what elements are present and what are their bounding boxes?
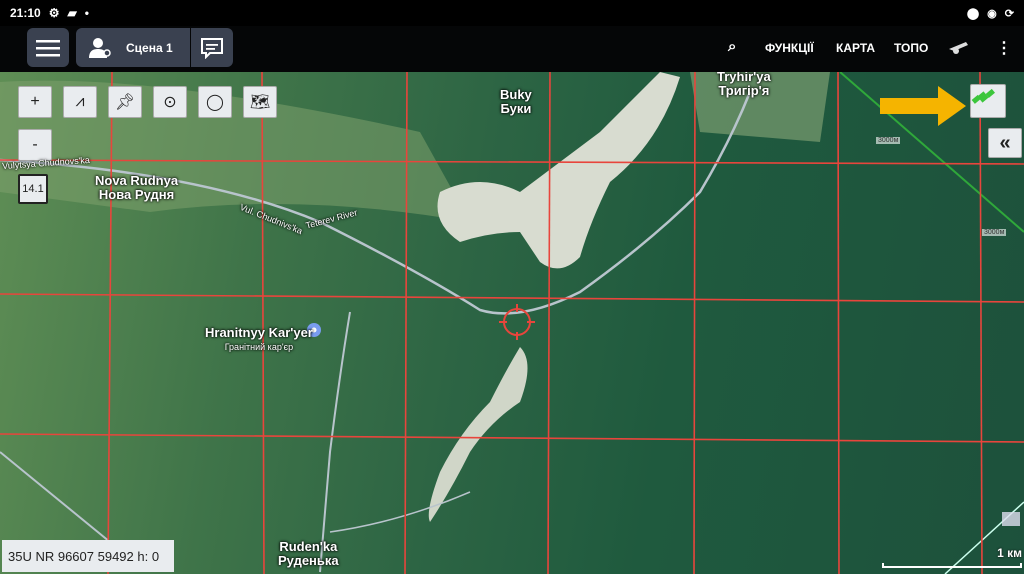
zoom-level-badge: 14.1 [18,174,48,204]
road [329,491,471,533]
eye-icon: ◉ [987,7,997,20]
map-marker-button[interactable]: 🗺︎ [243,86,277,118]
scene-label: Сцена 1 [126,40,173,55]
target-icon: ⊙ [163,94,177,111]
scale-bar [882,563,1022,568]
sync-icon: ⟳ [1004,7,1014,20]
topo-menu[interactable]: ТОПО [894,41,928,55]
pushpin-icon: 📌︎ [114,94,136,111]
lake-upper [437,72,680,269]
map-pin-icon: 🗺︎ [249,94,271,111]
map-view[interactable]: + - ⩘ 📌︎ ⊙ ◯ 🗺︎ 14.1 « 3000м 3000м Nova … [0,72,1024,574]
compass-divider-button[interactable]: ⩘ [63,86,97,118]
place-label: Nova Rudnya Нова Рудня [95,173,179,202]
more-icon[interactable]: ⋮ [996,38,1012,58]
status-bar: 21:10 ⚙ ▰ • ⬤ ◉ ⟳ [0,0,1024,26]
north-button[interactable]: ◯ [198,86,232,118]
locate-button[interactable]: ⊙ [153,86,187,118]
road [0,451,111,543]
pin-button[interactable]: 📌︎ [108,86,142,118]
compass-mini-icon [1002,512,1020,526]
place-label: Tryhir'ya Тригір'я [717,72,771,98]
zoom-in-button[interactable]: + [18,86,52,118]
place-label: Hranitnyy Kar'yer Гранітний кар'єр [205,325,313,353]
grid-label: 3000м [876,137,901,144]
functions-menu[interactable]: ФУНКЦІЇ [765,41,814,55]
dot-icon: • [84,6,89,20]
satellite-layer-button[interactable] [970,84,1006,118]
divider-icon: ⩘ [75,93,85,110]
place-label: Ruden'ka Руденька [278,539,339,568]
gear-icon: ⚙ [48,6,60,20]
user-icon [89,37,111,58]
clock: 21:10 [10,6,41,20]
hamburger-icon [36,39,60,56]
satellite-icon [971,88,995,104]
chat-icon [201,37,223,59]
chat-button[interactable] [191,28,233,67]
image-icon: ▰ [67,6,77,20]
lake-lower [428,347,528,522]
scale-label: 1 км [997,546,1022,560]
scene-button[interactable]: Сцена 1 [76,28,190,67]
collapse-panel-button[interactable]: « [988,128,1022,158]
menu-button[interactable] [27,28,69,67]
compass-icon: ◯ [206,94,224,111]
search-icon[interactable]: ⌕ [728,38,736,55]
road [319,311,351,573]
grid-label: 3000м [982,229,1007,236]
place-label: Buky Буки [500,87,532,116]
location-icon: ⬤ [966,7,980,20]
map-menu[interactable]: КАРТА [836,41,875,55]
coordinates-readout[interactable]: 35U NR 96607 59492 h: 0 [2,540,174,572]
artillery-icon[interactable] [948,40,970,57]
map-canvas [0,72,1024,574]
